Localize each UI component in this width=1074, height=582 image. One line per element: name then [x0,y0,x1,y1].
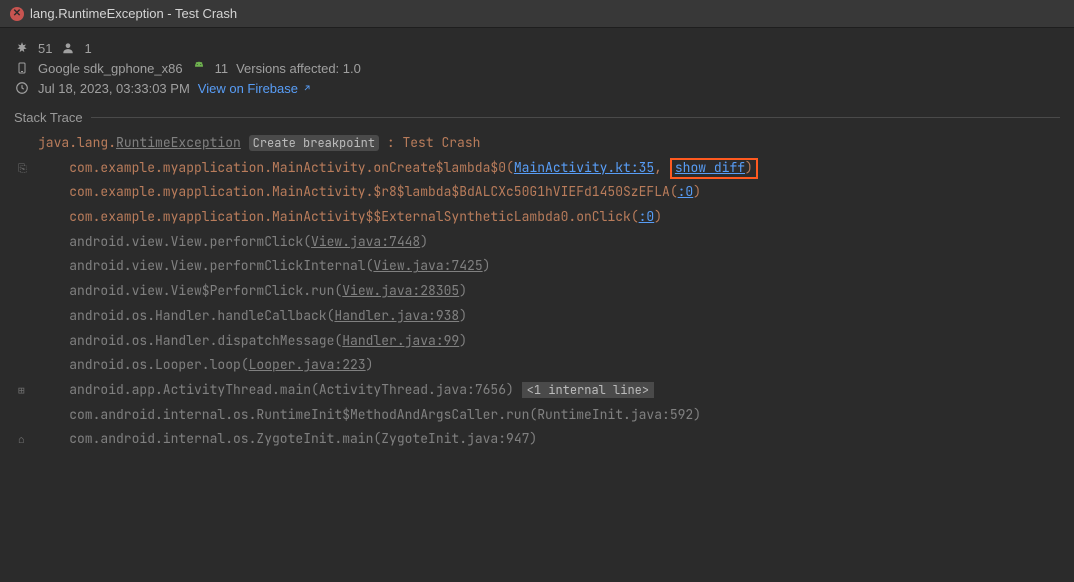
exception-package: java.lang. [38,134,116,151]
timestamp-row: Jul 18, 2023, 03:33:03 PM View on Fireba… [14,78,1060,98]
frame-method: android.os.Handler.dispatchMessage [69,332,334,349]
stack-frame: android.view.View.performClickInternal(V… [18,254,1066,279]
frame-method: com.example.myapplication.MainActivity$$… [69,208,631,225]
error-icon: ✕ [10,7,24,21]
versions-affected: Versions affected: 1.0 [236,61,361,76]
api-level: 11 [215,61,229,76]
stack-frame: android.view.View$PerformClick.run(View.… [18,279,1066,304]
exception-message: Test Crash [402,134,480,151]
frame-file-link[interactable]: View.java:7448 [311,233,420,250]
highlight-box: show diff) [670,158,758,179]
counts-row: 51 1 [14,38,1060,58]
exception-header: java.lang.RuntimeException Create breakp… [18,131,1066,156]
exception-class[interactable]: RuntimeException [116,134,241,151]
frame-file-link[interactable]: :0 [678,183,694,200]
internal-lines-badge[interactable]: <1 internal line> [522,382,654,398]
stack-frame: ⌂ com.android.internal.os.ZygoteInit.mai… [18,427,1066,452]
gutter-icon[interactable]: ⎘ [18,159,38,180]
meta-block: 51 1 Google sdk_gphone_x86 11 Versions a… [0,28,1074,102]
titlebar: ✕ lang.RuntimeException - Test Crash [0,0,1074,28]
device-name: Google sdk_gphone_x86 [38,61,183,76]
device-row: Google sdk_gphone_x86 11 Versions affect… [14,58,1060,78]
crash-count: 51 [38,41,52,56]
frame-method: android.os.Handler.handleCallback [69,307,326,324]
frame-method: android.os.Looper.loop [69,356,241,373]
crash-count-icon [14,40,30,56]
timestamp: Jul 18, 2023, 03:33:03 PM [38,81,190,96]
stack-frame: android.os.Handler.dispatchMessage(Handl… [18,329,1066,354]
external-link-icon [302,83,312,93]
divider [91,117,1060,118]
stack-frame: com.example.myapplication.MainActivity$$… [18,205,1066,230]
stack-trace-label: Stack Trace [14,110,83,125]
crash-panel: ✕ lang.RuntimeException - Test Crash 51 … [0,0,1074,582]
device-icon [14,60,30,76]
frame-method: android.view.View.performClickInternal [69,257,365,274]
frame-method: com.example.myapplication.MainActivity.$… [69,183,670,200]
view-on-firebase-link[interactable]: View on Firebase [198,81,312,96]
frame-method: android.app.ActivityThread.main [69,381,311,398]
frame-file: RuntimeInit.java:592 [537,406,693,423]
stack-frame: com.example.myapplication.MainActivity.$… [18,180,1066,205]
frame-file-link[interactable]: :0 [639,208,655,225]
frame-method: android.view.View$PerformClick.run [69,282,334,299]
frame-method: android.view.View.performClick [69,233,303,250]
frame-file: ZygoteInit.java:947 [381,430,529,447]
android-icon [191,60,207,76]
user-count: 1 [84,41,91,56]
frame-file-link[interactable]: Looper.java:223 [249,356,366,373]
gutter-icon[interactable]: ⊞ [18,381,38,402]
frame-method: com.android.internal.os.RuntimeInit$Meth… [69,406,529,423]
frame-file-link[interactable]: MainActivity.kt:35 [514,159,654,176]
stack-frame: android.os.Handler.handleCallback(Handle… [18,304,1066,329]
stack-frame: android.view.View.performClick(View.java… [18,230,1066,255]
frame-file-link[interactable]: Handler.java:99 [342,332,459,349]
stack-frame: com.android.internal.os.RuntimeInit$Meth… [18,403,1066,428]
frame-file: ActivityThread.java:7656 [319,381,506,398]
show-diff-link[interactable]: show diff [675,159,745,176]
frame-file-link[interactable]: Handler.java:938 [334,307,459,324]
user-count-icon [60,40,76,56]
clock-icon [14,80,30,96]
stack-frame: ⊞ android.app.ActivityThread.main(Activi… [18,378,1066,403]
stack-frame: ⎘ com.example.myapplication.MainActivity… [18,156,1066,181]
frame-file-link[interactable]: View.java:28305 [342,282,459,299]
window-title: lang.RuntimeException - Test Crash [30,6,237,21]
create-breakpoint-button[interactable]: Create breakpoint [249,135,379,151]
stack-trace-label-row: Stack Trace [0,102,1074,127]
frame-method: com.example.myapplication.MainActivity.o… [69,159,506,176]
frame-file-link[interactable]: View.java:7425 [373,257,482,274]
stack-frame: android.os.Looper.loop(Looper.java:223) [18,353,1066,378]
frame-method: com.android.internal.os.ZygoteInit.main [69,430,373,447]
gutter-icon[interactable]: ⌂ [18,430,38,451]
stack-trace: java.lang.RuntimeException Create breakp… [0,127,1074,462]
